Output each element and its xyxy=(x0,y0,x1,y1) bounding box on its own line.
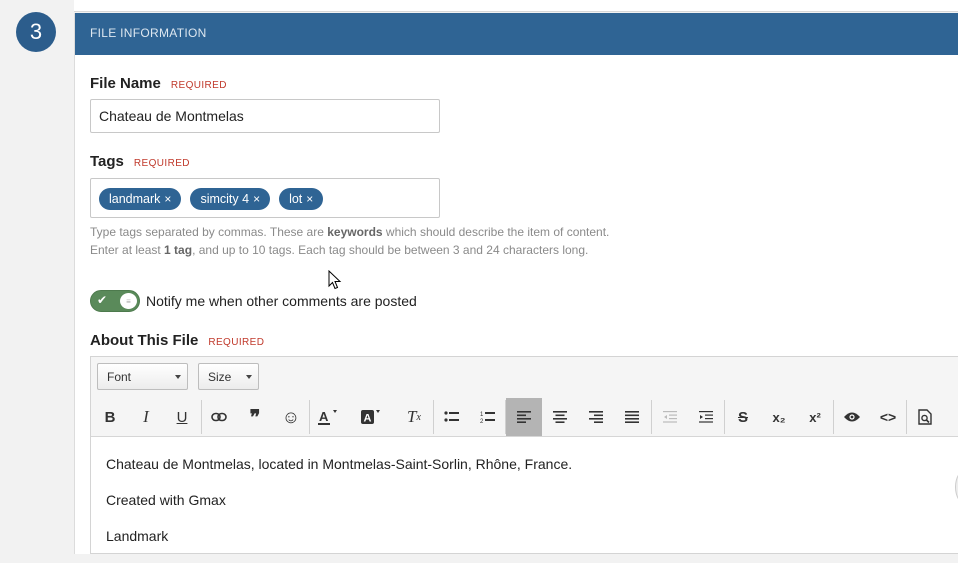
svg-text:A: A xyxy=(319,409,329,424)
rich-text-editor: Font Size B I U ❞ ☺ A A Tx 1 2 S x₂ x² <… xyxy=(90,356,958,554)
notify-toggle[interactable]: ✔ ≡ xyxy=(90,290,140,312)
about-label-text: About This File xyxy=(90,332,199,349)
previous-panel-edge xyxy=(74,0,958,12)
content-paragraph: Chateau de Montmelas, located in Montmel… xyxy=(106,456,573,472)
source-code-button[interactable]: <> xyxy=(870,398,906,436)
required-badge: REQUIRED xyxy=(133,158,190,169)
required-badge: REQUIRED xyxy=(208,337,265,348)
tags-label: Tags REQUIRED xyxy=(90,153,190,170)
bold-button[interactable]: B xyxy=(92,398,128,436)
help-line-1: Type tags separated by commas. These are… xyxy=(90,225,610,239)
tag-text: landmark xyxy=(109,192,161,206)
tag-chip[interactable]: landmark × xyxy=(99,188,182,210)
align-center-icon[interactable] xyxy=(542,398,578,436)
font-dropdown[interactable]: Font xyxy=(97,363,188,390)
content-paragraph: Landmark xyxy=(106,528,169,544)
blockquote-icon[interactable]: ❞ xyxy=(237,398,273,436)
step-number-badge: 3 xyxy=(16,12,56,52)
bulleted-list-icon[interactable] xyxy=(434,398,470,436)
link-icon[interactable] xyxy=(201,398,237,436)
italic-button[interactable]: I xyxy=(128,398,164,436)
remove-format-icon[interactable]: Tx xyxy=(396,398,432,436)
outdent-icon[interactable] xyxy=(652,398,688,436)
about-label: About This File REQUIRED xyxy=(90,332,264,349)
dropdown-arrow-icon xyxy=(175,375,181,379)
file-name-input[interactable] xyxy=(90,99,440,133)
remove-tag-icon[interactable]: × xyxy=(253,192,260,206)
help-line-2: Enter at least 1 tag, and up to 10 tags.… xyxy=(90,243,589,257)
emoji-icon[interactable]: ☺ xyxy=(273,398,309,436)
text-color-icon[interactable]: A xyxy=(310,398,346,436)
editor-toolbar: Font Size B I U ❞ ☺ A A Tx 1 2 S x₂ x² <… xyxy=(91,357,958,437)
editor-content[interactable]: Chateau de Montmelas, located in Montmel… xyxy=(106,455,572,563)
remove-tag-icon[interactable]: × xyxy=(164,192,171,206)
tags-help-text: Type tags separated by commas. These are… xyxy=(90,223,609,259)
content-paragraph: Created with Gmax xyxy=(106,492,226,508)
numbered-list-icon[interactable]: 12 xyxy=(470,398,506,436)
svg-text:1: 1 xyxy=(480,412,484,418)
svg-text:2: 2 xyxy=(480,419,484,424)
superscript-button[interactable]: x² xyxy=(797,398,833,436)
size-dropdown[interactable]: Size xyxy=(198,363,259,390)
check-icon: ✔ xyxy=(97,293,108,307)
tag-text: simcity 4 xyxy=(200,192,250,206)
dropdown-arrow-icon xyxy=(246,375,252,379)
size-dropdown-label: Size xyxy=(208,370,232,384)
panel-header: FILE INFORMATION xyxy=(75,13,958,55)
notify-label: Notify me when other comments are posted xyxy=(146,293,417,309)
remove-tag-icon[interactable]: × xyxy=(306,192,313,206)
notify-toggle-row: ✔ ≡ Notify me when other comments are po… xyxy=(90,290,417,312)
preview-page-icon[interactable] xyxy=(907,398,943,436)
justify-icon[interactable] xyxy=(614,398,650,436)
tag-text: lot xyxy=(289,192,303,206)
background-color-icon[interactable]: A xyxy=(353,398,389,436)
tag-chip[interactable]: simcity 4 × xyxy=(190,188,271,210)
align-left-icon[interactable] xyxy=(506,398,542,436)
strikethrough-button[interactable]: S xyxy=(725,398,761,436)
svg-text:A: A xyxy=(364,413,372,425)
subscript-button[interactable]: x₂ xyxy=(761,398,797,436)
tag-chip[interactable]: lot × xyxy=(279,188,324,210)
tags-input[interactable]: landmark × simcity 4 × lot × xyxy=(90,178,440,218)
file-name-label-text: File Name xyxy=(90,75,161,92)
tags-label-text: Tags xyxy=(90,153,124,170)
font-dropdown-label: Font xyxy=(107,370,132,384)
file-information-panel: FILE INFORMATION File Name REQUIRED Tags R… xyxy=(74,13,958,554)
file-name-label: File Name REQUIRED xyxy=(90,75,227,92)
mouse-cursor-icon xyxy=(328,269,342,294)
preview-eye-icon[interactable] xyxy=(834,398,870,436)
align-right-icon[interactable] xyxy=(578,398,614,436)
toggle-knob-icon: ≡ xyxy=(120,293,137,309)
required-badge: REQUIRED xyxy=(170,80,227,91)
underline-button[interactable]: U xyxy=(164,398,200,436)
indent-icon[interactable] xyxy=(688,398,724,436)
